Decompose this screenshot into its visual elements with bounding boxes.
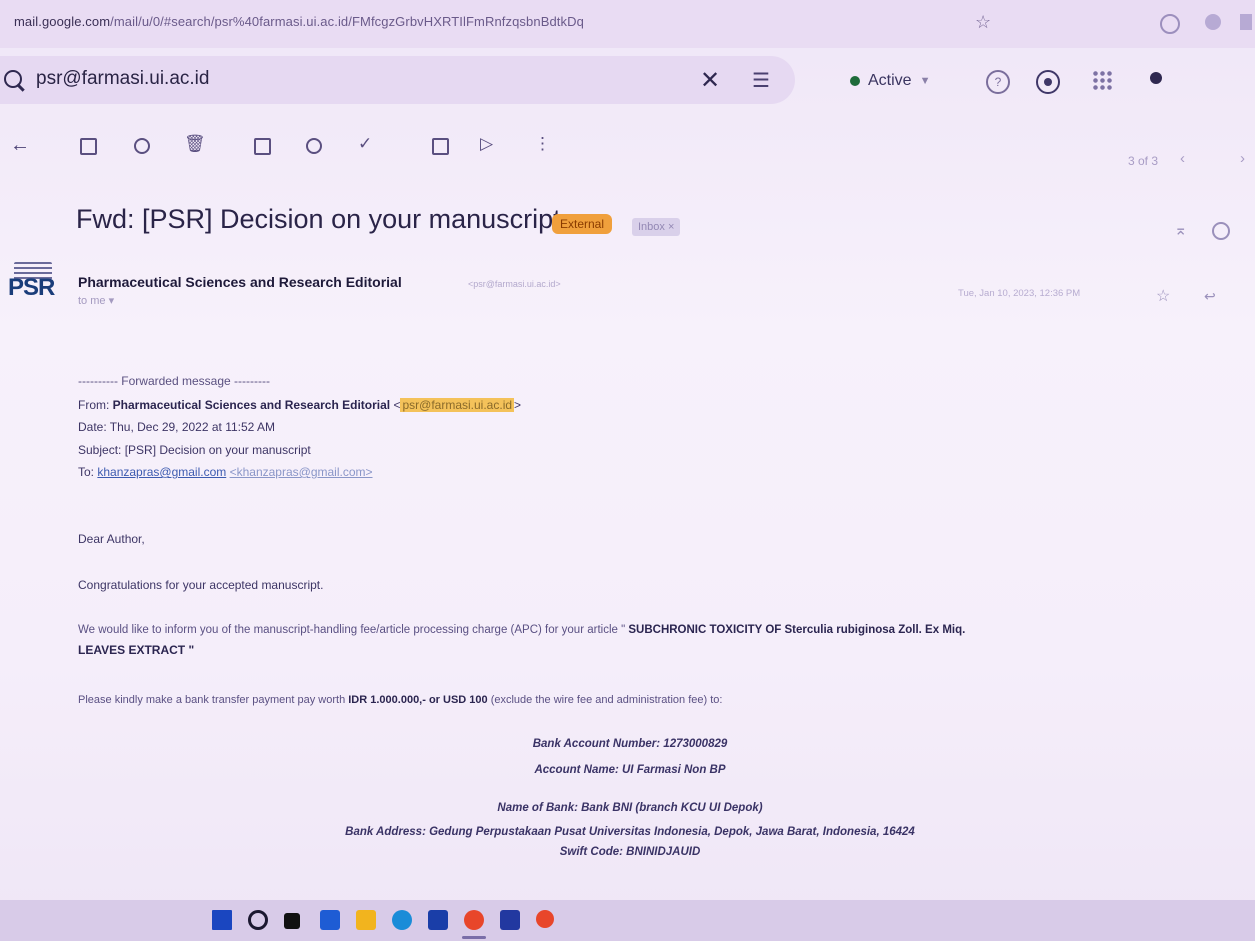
screen: mail.google.com/mail/u/0/#search/psr%40f… <box>0 0 1255 941</box>
payment-suffix: (exclude the wire fee and administration… <box>487 694 723 706</box>
chevron-down-icon: ▼ <box>919 75 931 87</box>
payment-prefix: Please kindly make a bank transfer payme… <box>78 694 349 706</box>
from-label: From: <box>78 398 113 412</box>
url-text[interactable]: mail.google.com/mail/u/0/#search/psr%40f… <box>14 14 584 29</box>
status-selector[interactable]: Active ▼ <box>838 66 942 96</box>
snooze-icon[interactable] <box>306 138 322 154</box>
bank-name: Name of Bank: Bank BNI (branch KCU UI De… <box>497 802 763 814</box>
recipient-details-toggle[interactable]: to me ▾ <box>78 294 114 307</box>
file-explorer-icon[interactable] <box>356 910 376 930</box>
store-icon[interactable] <box>428 910 448 930</box>
back-arrow-icon[interactable]: ← <box>10 134 30 157</box>
avatar-text: PSR <box>8 274 55 301</box>
forwarded-subject: Subject: [PSR] Decision on your manuscri… <box>78 443 311 457</box>
browser-url-bar[interactable]: mail.google.com/mail/u/0/#search/psr%40f… <box>0 0 1255 48</box>
bank-address: Bank Address: Gedung Perpustakaan Pusat … <box>345 826 915 838</box>
more-options-icon[interactable]: ⋮ <box>534 134 551 154</box>
os-taskbar <box>0 900 1255 941</box>
help-icon[interactable]: ? <box>986 70 1010 94</box>
bank-account-number: Bank Account Number: 1273000829 <box>532 738 728 750</box>
account-switcher[interactable] <box>1150 72 1166 85</box>
account-name: Account Name: UI Farmasi Non BP <box>534 764 726 776</box>
from-email[interactable]: psr@farmasi.ui.ac.id <box>400 398 515 412</box>
to-email-bracket[interactable]: <khanzapras@gmail.com> <box>230 465 373 479</box>
greeting: Dear Author, <box>78 532 145 546</box>
swift-code: Swift Code: BNINIDJAUID <box>559 846 701 858</box>
search-box[interactable]: psr@farmasi.ui.ac.id ✕ ☰ <box>0 56 795 104</box>
payment-instruction: Please kindly make a bank transfer payme… <box>78 694 722 706</box>
add-task-icon[interactable]: ✓ <box>358 134 372 154</box>
forwarded-from: From: Pharmaceutical Sciences and Resear… <box>78 398 522 412</box>
reply-icon[interactable]: ↩ <box>1204 288 1216 305</box>
forwarded-header: ---------- Forwarded message --------- <box>78 374 270 388</box>
from-name: Pharmaceutical Sciences and Research Edi… <box>112 398 391 412</box>
firefox-icon[interactable] <box>464 910 484 930</box>
chevron-left-icon[interactable]: ‹ <box>1180 150 1185 167</box>
page-count: 3 of 3 <box>1128 154 1159 168</box>
message-toolbar: ← 🗑 ✓ ▷ ⋮ 3 of 3 ‹ › <box>0 128 1255 168</box>
external-badge: External <box>552 214 613 234</box>
forwarded-date: Date: Thu, Dec 29, 2022 at 11:52 AM <box>78 420 276 434</box>
to-label: To: <box>78 465 98 479</box>
article-title-part1: SUBCHRONIC TOXICITY OF Sterculia rubigin… <box>625 624 966 636</box>
mark-unread-icon[interactable] <box>254 138 271 155</box>
status-label: Active <box>868 72 912 89</box>
to-email-link[interactable]: khanzapras@gmail.com <box>97 465 226 479</box>
star-icon[interactable]: ☆ <box>1156 286 1170 306</box>
firefox-private-icon[interactable] <box>536 910 554 928</box>
profile-icon[interactable] <box>1205 14 1221 30</box>
account-logo-icon <box>1150 72 1162 85</box>
expand-collapse-icon[interactable]: ⌅ <box>1174 220 1187 240</box>
apc-info-prefix: We would like to inform you of the manus… <box>78 624 626 636</box>
inbox-label-chip[interactable]: Inbox × <box>632 218 681 236</box>
email-subject: Fwd: [PSR] Decision on your manuscript <box>76 204 561 234</box>
sender-email: <psr@farmasi.ui.ac.id> <box>468 279 561 289</box>
payment-amount: IDR 1.000.000,- or USD 100 <box>348 694 488 706</box>
document-app-icon[interactable] <box>500 910 520 930</box>
apps-grid-icon[interactable] <box>1092 70 1112 90</box>
report-spam-icon[interactable] <box>134 138 150 154</box>
chevron-right-icon[interactable]: › <box>1240 150 1245 167</box>
close-icon[interactable]: ✕ <box>700 66 720 95</box>
avatar: PSR <box>6 258 62 308</box>
filter-icon[interactable]: ☰ <box>752 68 770 93</box>
move-to-icon[interactable] <box>432 138 449 155</box>
label-icon[interactable]: ▷ <box>480 134 493 154</box>
menu-icon[interactable] <box>1240 14 1252 30</box>
widgets-icon[interactable] <box>320 910 340 930</box>
print-icon[interactable] <box>1212 222 1230 240</box>
article-title-part2: LEAVES EXTRACT " <box>78 643 195 657</box>
task-view-icon[interactable] <box>284 913 300 929</box>
windows-start-icon[interactable] <box>212 910 232 930</box>
search-icon[interactable] <box>248 910 268 930</box>
gmail-header: psr@farmasi.ui.ac.id ✕ ☰ Active ▼ ? <box>0 52 1255 110</box>
edge-browser-icon[interactable] <box>392 910 412 930</box>
search-icon[interactable] <box>4 70 22 88</box>
congrats-text: Congratulations for your accepted manusc… <box>78 578 324 592</box>
gear-icon[interactable] <box>1036 70 1060 94</box>
url-host: mail.google.com <box>14 14 111 29</box>
bookmark-star-icon[interactable]: ☆ <box>975 12 991 33</box>
active-app-indicator <box>462 936 486 939</box>
email-date: Tue, Jan 10, 2023, 12:36 PM <box>958 288 1081 299</box>
url-path: /mail/u/0/#search/psr%40farmasi.ui.ac.id… <box>110 14 584 29</box>
archive-icon[interactable] <box>80 138 97 155</box>
trash-icon[interactable]: 🗑 <box>184 134 206 154</box>
status-dot-icon <box>850 76 860 86</box>
search-input[interactable]: psr@farmasi.ui.ac.id <box>36 68 209 90</box>
extension-icon[interactable] <box>1160 14 1180 34</box>
sender-name[interactable]: Pharmaceutical Sciences and Research Edi… <box>78 274 402 290</box>
forwarded-to: To: khanzapras@gmail.com <khanzapras@gma… <box>78 465 373 479</box>
apc-info-text: We would like to inform you of the manus… <box>78 624 965 636</box>
